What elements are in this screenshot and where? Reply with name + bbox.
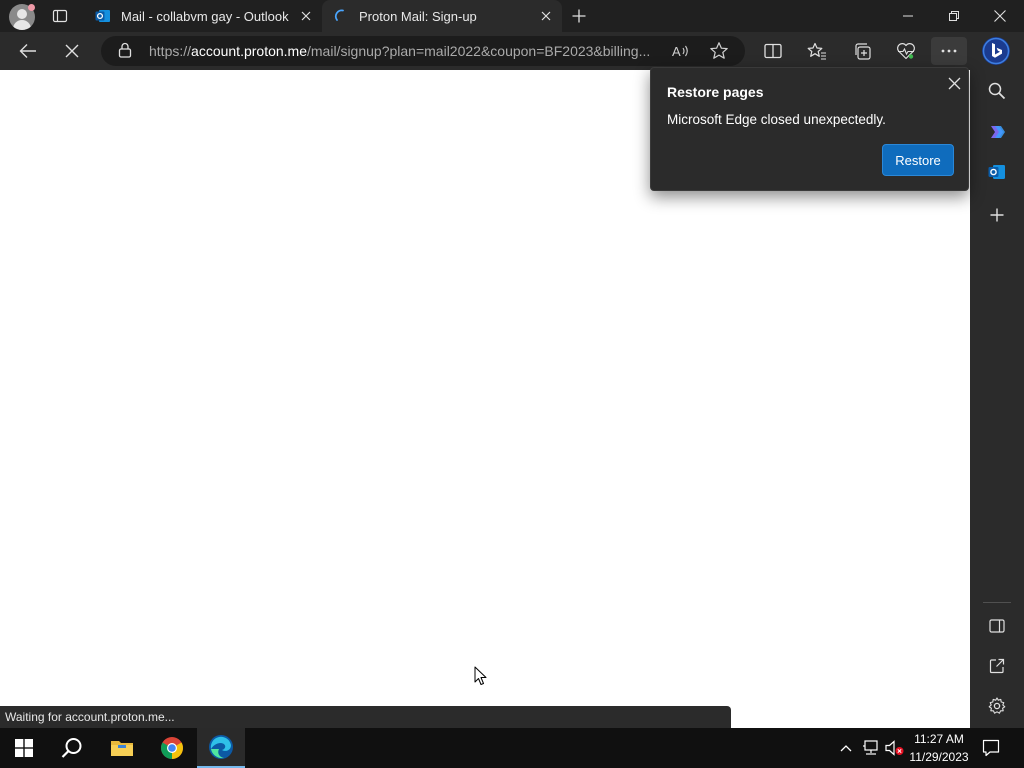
settings-and-more-icon[interactable] bbox=[931, 37, 967, 65]
tab-actions-menu-icon[interactable] bbox=[48, 5, 72, 27]
stop-loading-icon[interactable] bbox=[57, 37, 87, 65]
sidebar-divider bbox=[983, 602, 1011, 603]
clock-time: 11:27 AM bbox=[914, 732, 964, 746]
address-bar[interactable]: https://account.proton.me/mail/signup?pl… bbox=[101, 36, 745, 66]
file-explorer-icon[interactable] bbox=[98, 728, 146, 768]
windows-start-icon[interactable] bbox=[0, 728, 48, 768]
restore-window-icon[interactable] bbox=[931, 0, 977, 32]
close-tab-icon[interactable] bbox=[534, 4, 558, 28]
close-dialog-icon[interactable] bbox=[945, 74, 963, 92]
restore-pages-dialog: Restore pages Microsoft Edge closed unex… bbox=[650, 67, 969, 191]
mouse-cursor-icon bbox=[474, 666, 487, 685]
browser-essentials-icon[interactable] bbox=[891, 37, 921, 65]
tab-outlook-mail[interactable]: Mail - collabvm gay - Outlook bbox=[84, 0, 322, 32]
clock-date: 11/29/2023 bbox=[909, 750, 969, 764]
sidebar-settings-gear-icon[interactable] bbox=[982, 691, 1012, 721]
tab-strip: Mail - collabvm gay - Outlook Proton Mai… bbox=[0, 0, 1024, 32]
taskbar-clock[interactable]: 11:27 AM 11/29/2023 bbox=[905, 730, 973, 766]
tab-proton-signup[interactable]: Proton Mail: Sign-up bbox=[322, 0, 562, 32]
hide-sidebar-icon[interactable] bbox=[982, 611, 1012, 641]
read-aloud-icon[interactable]: A bbox=[671, 41, 691, 66]
edge-sidebar bbox=[970, 70, 1024, 728]
favorites-icon[interactable] bbox=[802, 37, 832, 65]
collections-icon[interactable] bbox=[847, 37, 877, 65]
bing-copilot-icon[interactable] bbox=[981, 37, 1011, 65]
windows-taskbar: 11:27 AM 11/29/2023 bbox=[0, 728, 1024, 768]
taskbar-search-icon[interactable] bbox=[48, 728, 96, 768]
notification-center-icon[interactable] bbox=[978, 736, 1004, 760]
close-tab-icon[interactable] bbox=[294, 4, 318, 28]
dialog-title: Restore pages bbox=[667, 84, 764, 100]
outlook-sidebar-icon[interactable] bbox=[982, 157, 1012, 187]
new-tab-icon[interactable] bbox=[567, 4, 591, 28]
svg-text:A: A bbox=[672, 44, 681, 59]
restore-button[interactable]: Restore bbox=[882, 144, 954, 176]
tab-title: Proton Mail: Sign-up bbox=[359, 8, 477, 24]
search-icon[interactable] bbox=[982, 76, 1012, 106]
profile-notification-dot bbox=[28, 4, 35, 11]
loading-spinner-icon bbox=[333, 8, 349, 24]
show-hidden-icons-chevron-icon[interactable] bbox=[836, 738, 856, 758]
browser-toolbar: https://account.proton.me/mail/signup?pl… bbox=[0, 32, 1024, 70]
edge-taskbar-icon[interactable] bbox=[197, 728, 245, 768]
status-bar: Waiting for account.proton.me... bbox=[0, 706, 731, 728]
add-favorite-star-icon[interactable] bbox=[709, 41, 729, 66]
chrome-icon[interactable] bbox=[148, 728, 196, 768]
dialog-message: Microsoft Edge closed unexpectedly. bbox=[667, 112, 886, 127]
split-screen-icon[interactable] bbox=[758, 37, 788, 65]
outlook-icon bbox=[95, 8, 111, 24]
tab-title: Mail - collabvm gay - Outlook bbox=[121, 8, 289, 24]
add-sidebar-app-icon[interactable] bbox=[982, 200, 1012, 230]
network-icon[interactable] bbox=[861, 738, 881, 758]
close-window-icon[interactable] bbox=[977, 0, 1023, 32]
volume-muted-icon[interactable] bbox=[885, 738, 905, 758]
external-link-icon[interactable] bbox=[982, 651, 1012, 681]
back-arrow-icon[interactable] bbox=[13, 37, 43, 65]
lock-icon[interactable] bbox=[118, 42, 132, 63]
url-text[interactable]: https://account.proton.me/mail/signup?pl… bbox=[149, 43, 669, 59]
copilot-icon[interactable] bbox=[982, 117, 1012, 147]
minimize-icon[interactable] bbox=[885, 0, 931, 32]
